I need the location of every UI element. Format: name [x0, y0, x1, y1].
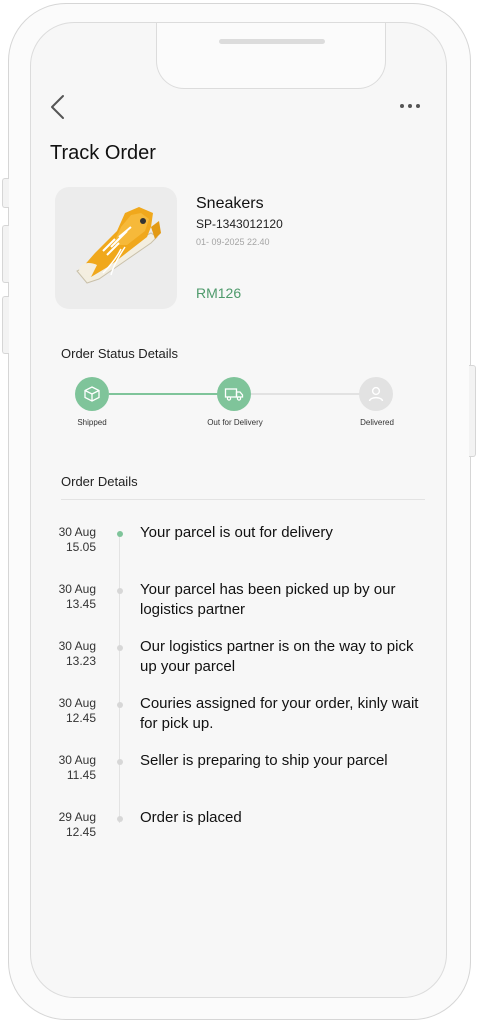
step-label-out-for-delivery: Out for Delivery	[207, 418, 263, 427]
back-button[interactable]	[47, 93, 71, 123]
product-name: Sneakers	[196, 195, 264, 212]
phone-notch	[156, 23, 386, 89]
app-screen: Track Order Sneakers SP-1343012120 01- 0…	[30, 22, 447, 998]
timeline-dot	[117, 759, 123, 765]
timeline-date: 30 Aug 13.23	[58, 639, 96, 668]
timeline-text: Your parcel has been picked up by our lo…	[140, 581, 396, 618]
order-details-heading: Order Details	[61, 474, 138, 489]
product-sku: SP-1343012120	[196, 217, 283, 231]
timeline-date: 30 Aug 12.45	[58, 696, 96, 725]
step-out-for-delivery	[217, 377, 251, 411]
timeline-date: 30 Aug 11.45	[58, 753, 96, 782]
timeline-text: Our logistics partner is on the way to p…	[140, 638, 414, 675]
truck-icon	[224, 388, 244, 401]
phone-speaker	[219, 39, 325, 44]
more-options-button[interactable]	[399, 99, 421, 111]
divider	[61, 499, 425, 500]
timeline-date: 30 Aug 13.45	[58, 582, 96, 611]
step-label-shipped: Shipped	[77, 418, 107, 427]
sneaker-image	[76, 207, 161, 284]
user-icon	[368, 386, 384, 402]
order-status-heading: Order Status Details	[61, 346, 179, 361]
timeline-dot-active	[117, 531, 123, 537]
timeline-text: Seller is preparing to ship your parcel	[140, 752, 388, 769]
timeline-dot	[117, 702, 123, 708]
chevron-left-icon	[51, 95, 64, 119]
timeline-date: 29 Aug 12.45	[58, 810, 96, 839]
timeline-dot	[117, 816, 123, 822]
step-shipped	[75, 377, 109, 411]
product-datetime: 01- 09-2025 22.40	[196, 237, 270, 247]
step-delivered	[359, 377, 393, 411]
progress-line-complete	[109, 393, 233, 395]
timeline-date: 30 Aug 15.05	[58, 525, 96, 554]
page-title: Track Order	[50, 142, 156, 164]
timeline-text: Couries assigned for your order, kinly w…	[140, 695, 419, 732]
package-icon	[84, 386, 100, 402]
timeline-dot	[117, 645, 123, 651]
product-image[interactable]	[55, 187, 177, 309]
phone-mute-switch	[2, 178, 9, 208]
phone-volume-down	[2, 296, 9, 354]
timeline-text: Order is placed	[140, 809, 242, 826]
more-horizontal-icon	[400, 104, 420, 108]
step-label-delivered: Delivered	[360, 418, 394, 427]
phone-power-button	[469, 365, 476, 457]
timeline-rail	[119, 535, 120, 823]
product-price: RM126	[196, 285, 242, 301]
timeline-text: Your parcel is out for delivery	[140, 524, 333, 541]
phone-volume-up	[2, 225, 9, 283]
timeline-dot	[117, 588, 123, 594]
progress-line-pending	[251, 393, 361, 395]
